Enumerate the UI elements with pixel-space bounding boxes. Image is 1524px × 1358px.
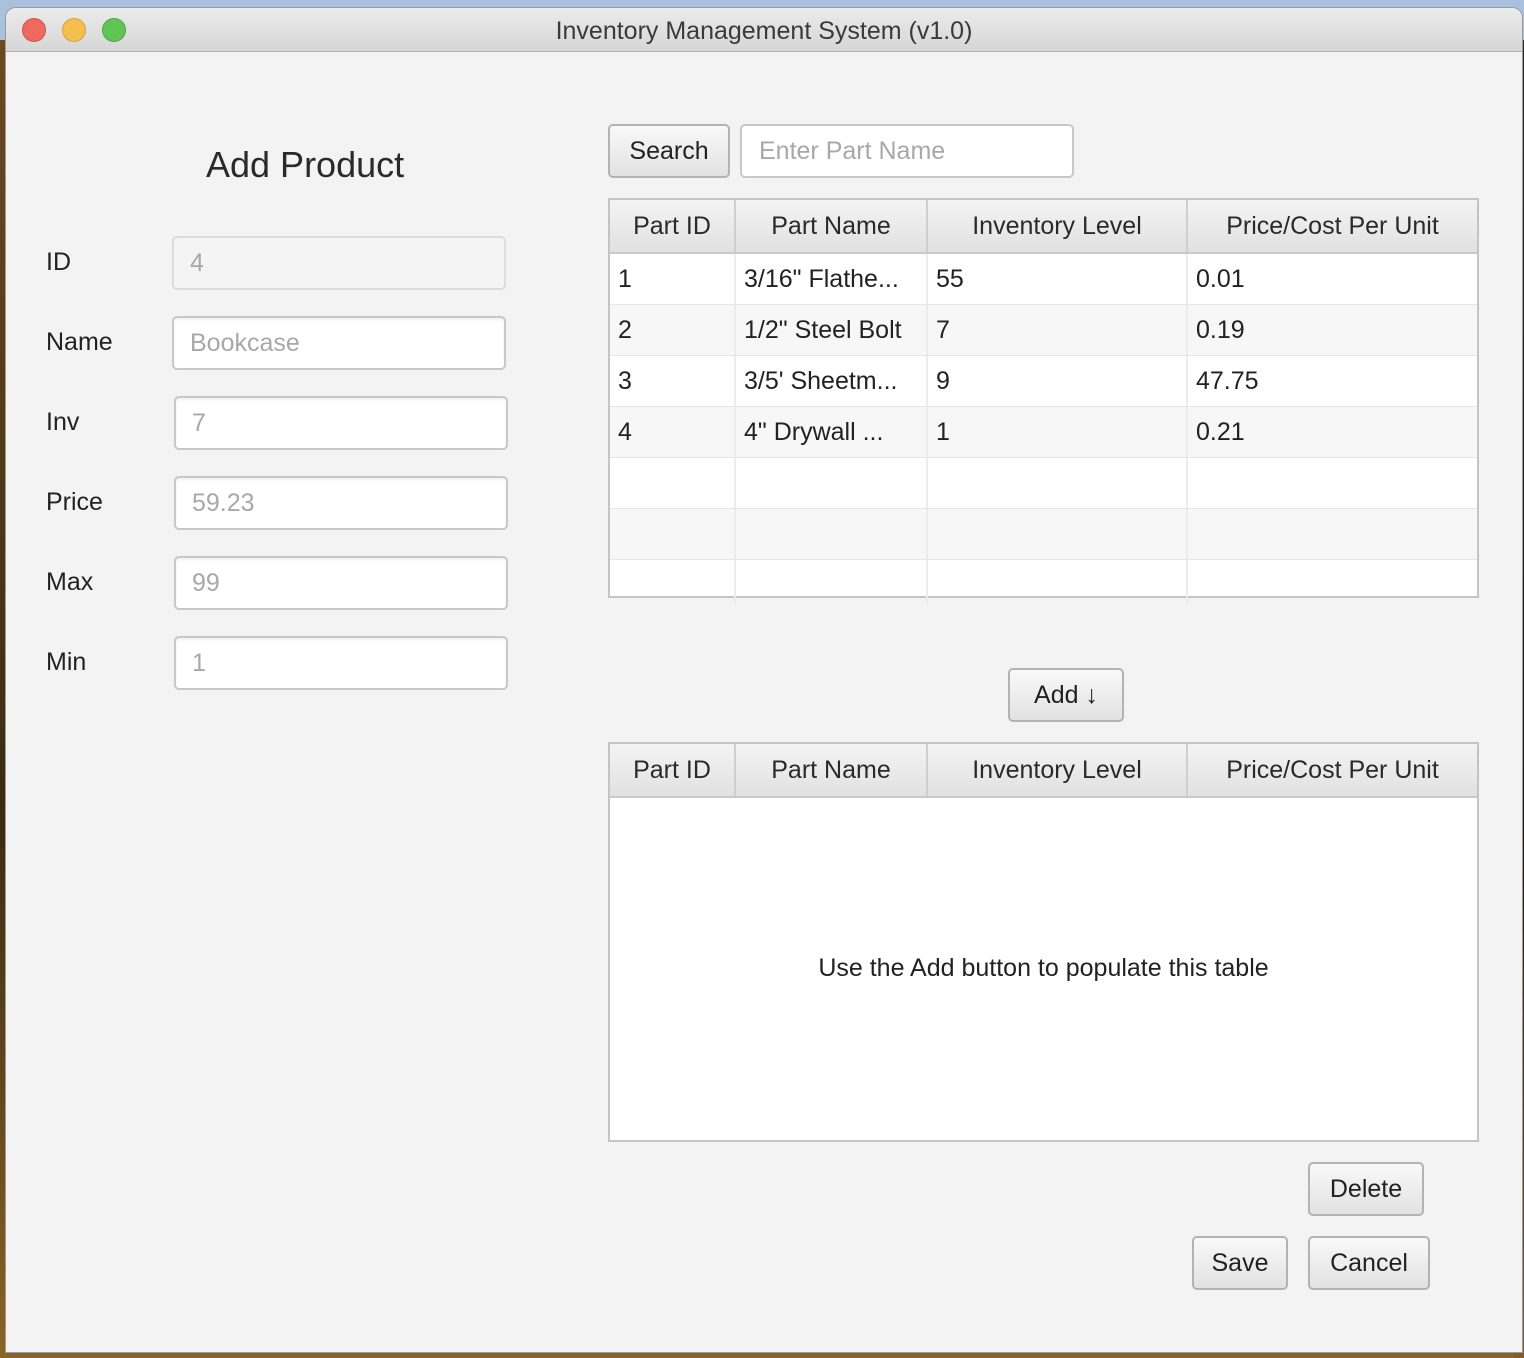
page-title: Add Product — [206, 144, 405, 185]
cell-part-id: 1 — [610, 254, 736, 304]
name-field[interactable]: Bookcase — [172, 316, 506, 370]
empty-cell — [736, 458, 928, 508]
save-button[interactable]: Save — [1192, 1236, 1288, 1290]
column-header-price[interactable]: Price/Cost Per Unit — [1188, 200, 1477, 252]
empty-cell — [928, 560, 1188, 604]
table-row[interactable]: 3 3/5' Sheetm... 9 47.75 — [610, 356, 1477, 407]
table-row[interactable]: 4 4" Drywall ... 1 0.21 — [610, 407, 1477, 458]
inv-field[interactable]: 7 — [174, 396, 508, 450]
cell-price: 47.75 — [1196, 367, 1259, 395]
add-part-button[interactable]: Add ↓ — [1008, 668, 1124, 722]
empty-cell — [736, 509, 928, 559]
min-field[interactable]: 1 — [174, 636, 508, 690]
column-header-part-name[interactable]: Part Name — [736, 200, 928, 252]
table-row[interactable]: 2 1/2" Steel Bolt 7 0.19 — [610, 305, 1477, 356]
max-field[interactable]: 99 — [174, 556, 508, 610]
inv-label: Inv — [46, 408, 80, 436]
cell-price: 0.01 — [1196, 265, 1245, 293]
cell-part-name: 3/5' Sheetm... — [736, 356, 928, 406]
cell-price: 0.19 — [1196, 316, 1245, 344]
empty-cell — [610, 560, 736, 604]
column-header-inventory-level[interactable]: Inventory Level — [928, 200, 1188, 252]
search-button[interactable]: Search — [608, 124, 730, 178]
cancel-button[interactable]: Cancel — [1308, 1236, 1430, 1290]
price-label: Price — [46, 488, 103, 516]
cell-inventory-level: 9 — [928, 356, 1188, 406]
empty-table-row — [610, 509, 1477, 560]
window-title: Inventory Management System (v1.0) — [555, 17, 973, 45]
empty-cell — [1188, 458, 1477, 508]
cell-part-name: 1/2" Steel Bolt — [736, 305, 928, 355]
cell-part-id: 3 — [610, 356, 736, 406]
table-row[interactable]: 1 3/16" Flathe... 55 0.01 — [610, 254, 1477, 305]
empty-table-row — [610, 560, 1477, 604]
id-field: 4 — [172, 236, 506, 290]
empty-cell — [610, 458, 736, 508]
parts-table-header: Part ID Part Name Inventory Level Price/… — [610, 200, 1477, 254]
cell-inventory-level: 7 — [928, 305, 1188, 355]
cell-price: 0.21 — [1196, 418, 1245, 446]
empty-cell — [1188, 509, 1477, 559]
parts-table: Part ID Part Name Inventory Level Price/… — [608, 198, 1479, 604]
id-label: ID — [46, 248, 71, 276]
cell-inventory-level: 1 — [928, 407, 1188, 457]
max-label: Max — [46, 568, 94, 596]
empty-table-message: Use the Add button to populate this tabl… — [818, 954, 1269, 982]
column-header-part-id[interactable]: Part ID — [610, 744, 736, 796]
associated-table-header: Part ID Part Name Inventory Level Price/… — [610, 744, 1477, 798]
price-field[interactable]: 59.23 — [174, 476, 508, 530]
search-input[interactable]: Enter Part Name — [740, 124, 1074, 178]
app-window: Inventory Management System (v1.0) Add P… — [6, 8, 1522, 1352]
column-header-price[interactable]: Price/Cost Per Unit — [1188, 744, 1477, 796]
empty-cell — [610, 509, 736, 559]
column-header-part-id[interactable]: Part ID — [610, 200, 736, 252]
empty-cell — [1188, 560, 1477, 604]
empty-cell — [736, 560, 928, 604]
column-header-part-name[interactable]: Part Name — [736, 744, 928, 796]
empty-cell — [928, 509, 1188, 559]
associated-parts-table: Part ID Part Name Inventory Level Price/… — [608, 742, 1479, 1142]
column-header-inventory-level[interactable]: Inventory Level — [928, 744, 1188, 796]
cell-inventory-level: 55 — [928, 254, 1188, 304]
cell-part-name: 3/16" Flathe... — [736, 254, 928, 304]
cell-part-id: 4 — [610, 407, 736, 457]
delete-button[interactable]: Delete — [1308, 1162, 1424, 1216]
name-label: Name — [46, 328, 113, 356]
empty-table-row — [610, 458, 1477, 509]
cell-part-id: 2 — [610, 305, 736, 355]
title-bar[interactable]: Inventory Management System (v1.0) — [6, 8, 1522, 52]
cell-part-name: 4" Drywall ... — [736, 407, 928, 457]
min-label: Min — [46, 648, 87, 676]
empty-cell — [928, 458, 1188, 508]
